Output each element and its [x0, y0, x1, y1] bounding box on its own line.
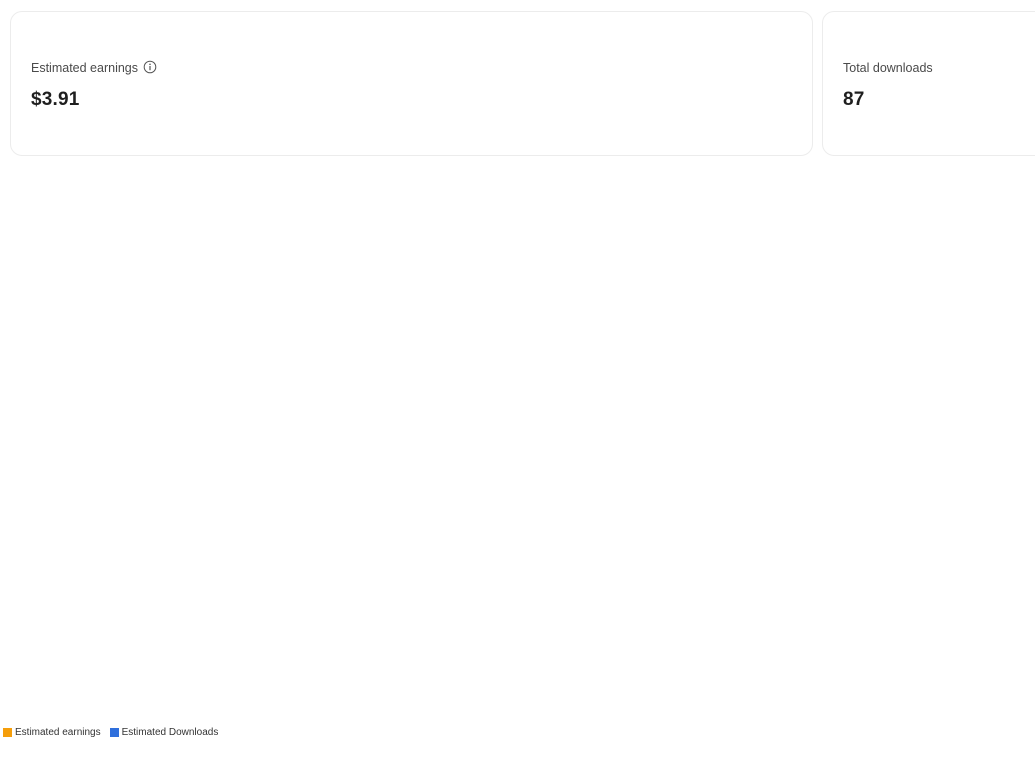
- earnings-value: $3.91: [31, 89, 80, 110]
- earnings-label-row: Estimated earnings: [31, 60, 792, 76]
- earnings-card: Estimated earnings $3.91: [10, 11, 813, 156]
- downloads-label: Total downloads: [843, 61, 933, 75]
- info-icon[interactable]: [143, 60, 157, 74]
- legend-item-downloads[interactable]: Estimated Downloads: [109, 727, 219, 738]
- downloads-label-row: Total downloads: [843, 60, 1035, 76]
- chart-area: [0, 170, 1035, 715]
- legend-label-earnings: Estimated earnings: [15, 727, 101, 738]
- chart-legend: Estimated earnings Estimated Downloads: [3, 727, 227, 738]
- legend-swatch-earnings: [3, 728, 12, 737]
- earnings-label: Estimated earnings: [31, 61, 139, 75]
- legend-label-downloads: Estimated Downloads: [121, 727, 219, 738]
- downloads-value: 87: [843, 89, 865, 110]
- legend-item-earnings[interactable]: Estimated earnings: [3, 727, 101, 738]
- dashboard-page: Estimated earnings $3.91 Total downloads…: [0, 0, 1035, 770]
- downloads-card: Total downloads 87: [822, 11, 1035, 156]
- legend-swatch-downloads: [109, 728, 119, 737]
